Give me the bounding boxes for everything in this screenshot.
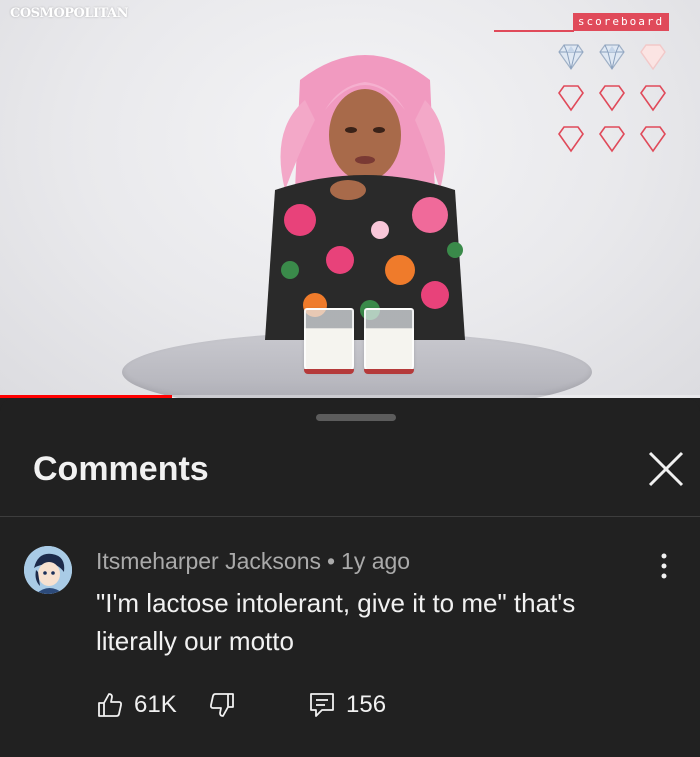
- milk-glass-right: [364, 308, 414, 374]
- comment-meta: Itsmeharper Jacksons • 1y ago: [96, 548, 410, 575]
- close-icon: [648, 451, 684, 487]
- gem-outline-icon: [596, 83, 628, 113]
- gem-outline-icon: [637, 83, 669, 113]
- gem-outline-icon: [637, 124, 669, 154]
- gem-filled-icon: [555, 42, 587, 72]
- gem-filled-icon: [596, 42, 628, 72]
- milk-glass-left: [304, 308, 354, 374]
- scoreboard-underline: [494, 30, 574, 32]
- drag-handle[interactable]: [316, 414, 396, 421]
- avatar-image: [24, 546, 72, 594]
- more-vert-icon: [661, 553, 667, 579]
- dislike-button[interactable]: [208, 688, 236, 722]
- avatar[interactable]: [24, 546, 72, 594]
- gem-outline-icon: [555, 124, 587, 154]
- like-count: 61K: [134, 691, 177, 718]
- like-button[interactable]: 61K: [96, 688, 177, 722]
- comment-actions: 61K 156: [96, 688, 656, 722]
- more-options-button[interactable]: [650, 548, 678, 584]
- comment-author[interactable]: Itsmeharper Jacksons: [96, 548, 321, 574]
- thumbs-up-icon: [98, 693, 122, 717]
- comment-item: Itsmeharper Jacksons • 1y ago "I'm lactose…: [0, 538, 700, 738]
- brand-logo: COSMOPOLITAN: [10, 6, 129, 21]
- reply-count: 156: [346, 691, 387, 718]
- meta-separator: •: [326, 548, 336, 574]
- video-player[interactable]: COSMOPOLITAN scoreboard: [0, 0, 700, 398]
- thumbs-down-icon: [210, 693, 234, 717]
- reply-button[interactable]: 156: [308, 688, 386, 722]
- close-button[interactable]: [644, 447, 688, 491]
- scoreboard-label: scoreboard: [573, 13, 669, 31]
- gem-outline-icon: [596, 124, 628, 154]
- comments-title: Comments: [33, 450, 209, 488]
- comments-sheet: Comments Itsmeharper Jacksons • 1y ago "…: [0, 398, 700, 757]
- reply-icon: [310, 693, 334, 717]
- comment-text: "I'm lactose intolerant, give it to me" …: [96, 588, 576, 656]
- gem-outline-icon: [555, 83, 587, 113]
- comment-time: 1y ago: [341, 548, 411, 574]
- header-divider: [0, 516, 700, 517]
- gem-empty-pale-icon: [637, 42, 669, 72]
